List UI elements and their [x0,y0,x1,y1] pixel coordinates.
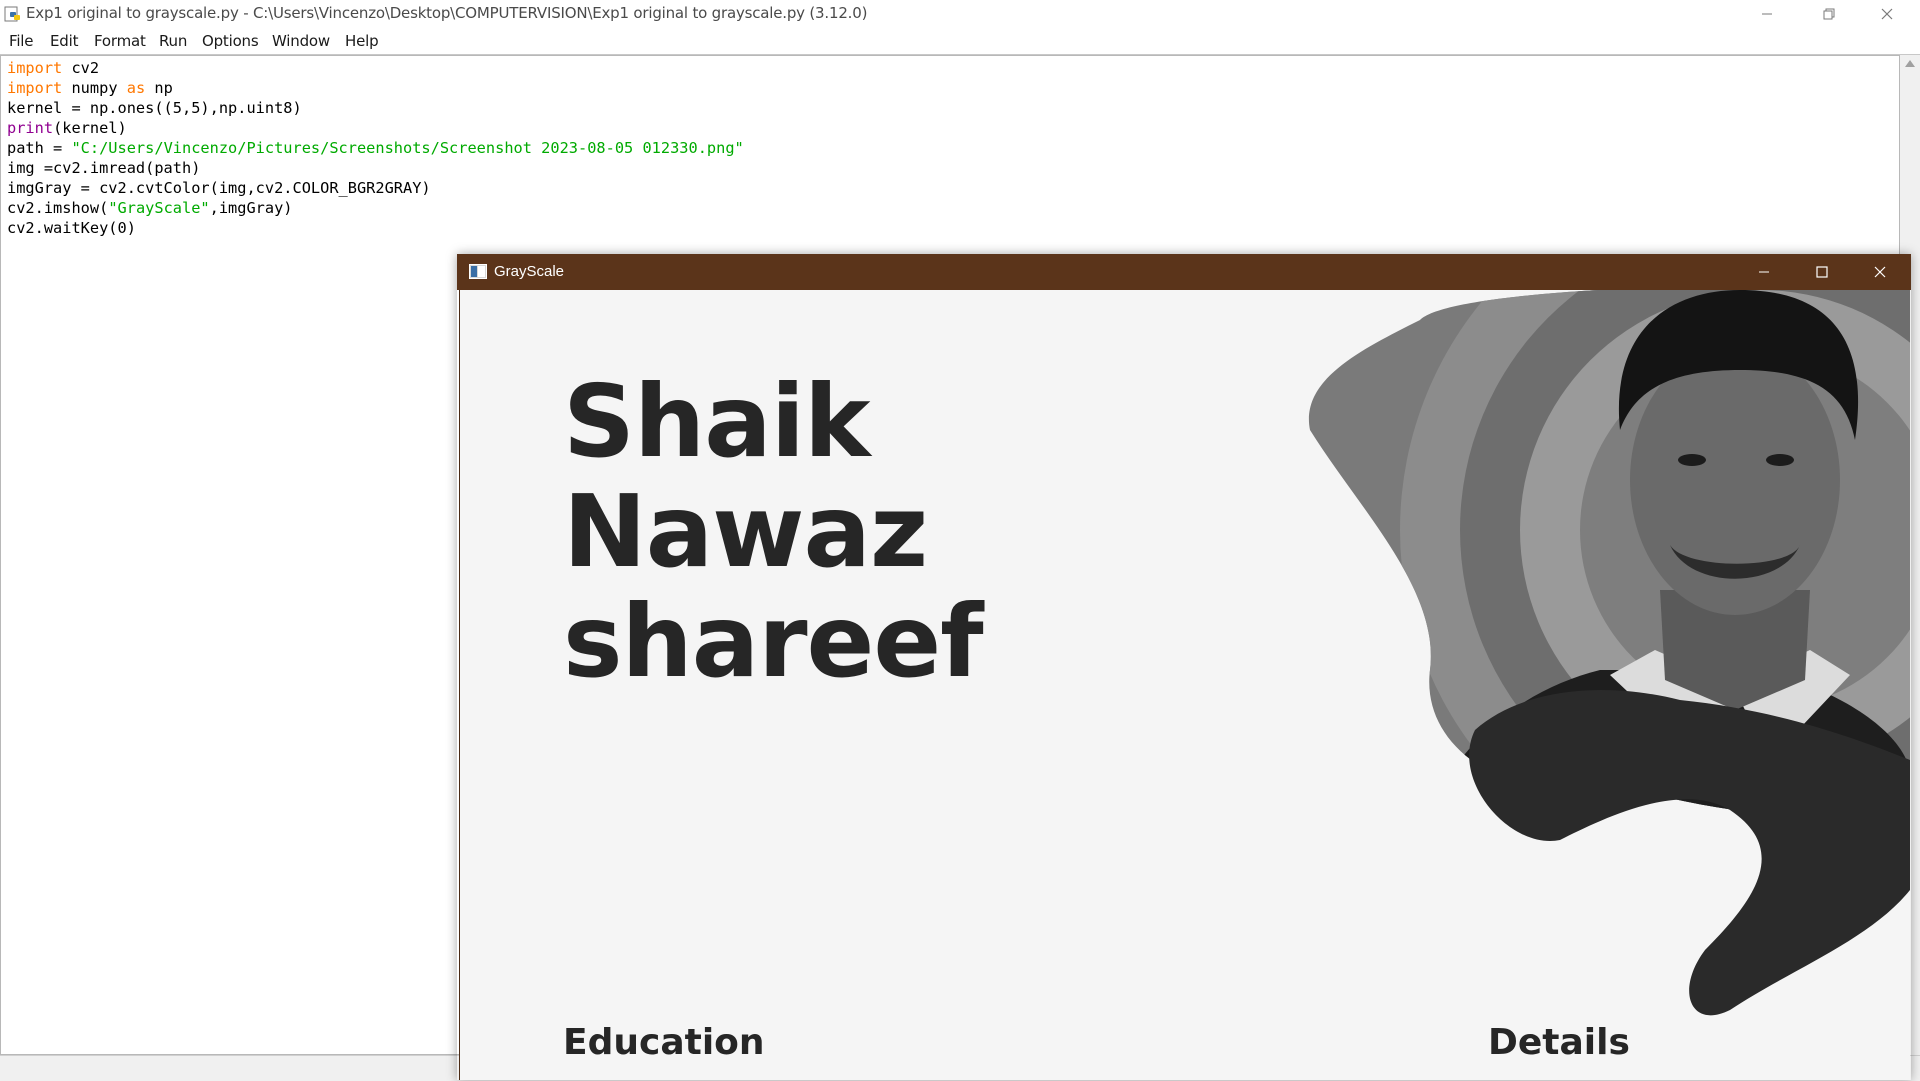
code-token: cv2 [62,59,100,77]
idle-close-button[interactable] [1864,0,1910,28]
close-icon [1881,8,1893,20]
code-token: as [126,79,146,97]
code-token: print [7,119,54,137]
idle-restore-button[interactable] [1806,0,1852,28]
menu-format[interactable]: Format [94,32,146,50]
details-heading: Details [1488,1022,1630,1063]
menu-bar: File Edit Format Run Options Window Help [0,28,1920,55]
code-token: numpy [62,79,127,97]
code-line[interactable]: import numpy as np [7,78,744,98]
code-line[interactable]: imgGray = cv2.cvtColor(img,cv2.COLOR_BGR… [7,178,744,198]
menu-run[interactable]: Run [159,32,187,50]
code-token: np [145,79,173,97]
code-line[interactable]: cv2.waitKey(0) [7,218,744,238]
code-token: cv2.imshow( [7,199,109,217]
grayscale-maximize-button[interactable] [1793,254,1850,290]
code-text[interactable]: import cv2 import numpy as np kernel = np.… [7,58,744,238]
code-token: kernel = np.ones((5,5),np.uint8) [7,99,302,117]
idle-titlebar: Exp1 original to grayscale.py - C:\Users… [0,0,1920,28]
close-icon [1874,266,1885,278]
grayscale-image-canvas: Shaik Nawaz shareef Education Details [459,290,1910,1080]
code-line[interactable]: kernel = np.ones((5,5),np.uint8) [7,98,744,118]
menu-help[interactable]: Help [345,32,379,50]
maximize-icon [1815,266,1828,278]
code-token: cv2.waitKey(0) [7,219,136,237]
code-token: (kernel) [53,119,127,137]
python-file-icon [4,6,22,22]
code-line[interactable]: path = "C:/Users/Vincenzo/Pictures/Scree… [7,138,744,158]
code-line[interactable]: img =cv2.imread(path) [7,158,744,178]
code-token: ,imgGray) [209,199,293,217]
idle-minimize-button[interactable] [1744,0,1790,28]
grayscale-titlebar[interactable]: GrayScale [457,254,1911,290]
menu-file[interactable]: File [9,32,34,50]
menu-options[interactable]: Options [202,32,259,50]
idle-window-title: Exp1 original to grayscale.py - C:\Users… [26,4,868,22]
grayscale-close-button[interactable] [1851,254,1908,290]
code-line[interactable]: import cv2 [7,58,744,78]
code-token: import [7,79,63,97]
grayscale-minimize-button[interactable] [1735,254,1792,290]
code-token: "C:/Users/Vincenzo/Pictures/Screenshots/… [71,139,744,157]
minimize-icon [1758,271,1769,273]
code-token: "GrayScale" [108,199,210,217]
code-token: import [7,59,63,77]
education-heading: Education [563,1022,765,1063]
grayscale-window-title: GrayScale [494,263,565,280]
menu-window[interactable]: Window [272,32,330,50]
image-window-icon [469,264,487,279]
minimize-icon [1762,13,1772,15]
code-line[interactable]: print(kernel) [7,118,744,138]
portrait-photo [1308,290,1910,1016]
code-line[interactable]: cv2.imshow("GrayScale",imgGray) [7,198,744,218]
grayscale-window[interactable]: GrayScale Shaik Nawaz shareef Education … [457,254,1911,1080]
scroll-up-arrow-icon[interactable] [1904,59,1916,69]
restore-icon [1823,8,1835,20]
code-token: img =cv2.imread(path) [7,159,201,177]
menu-edit[interactable]: Edit [50,32,78,50]
code-token: path = [7,139,72,157]
code-token: imgGray = cv2.cvtColor(img,cv2.COLOR_BGR… [7,179,431,197]
